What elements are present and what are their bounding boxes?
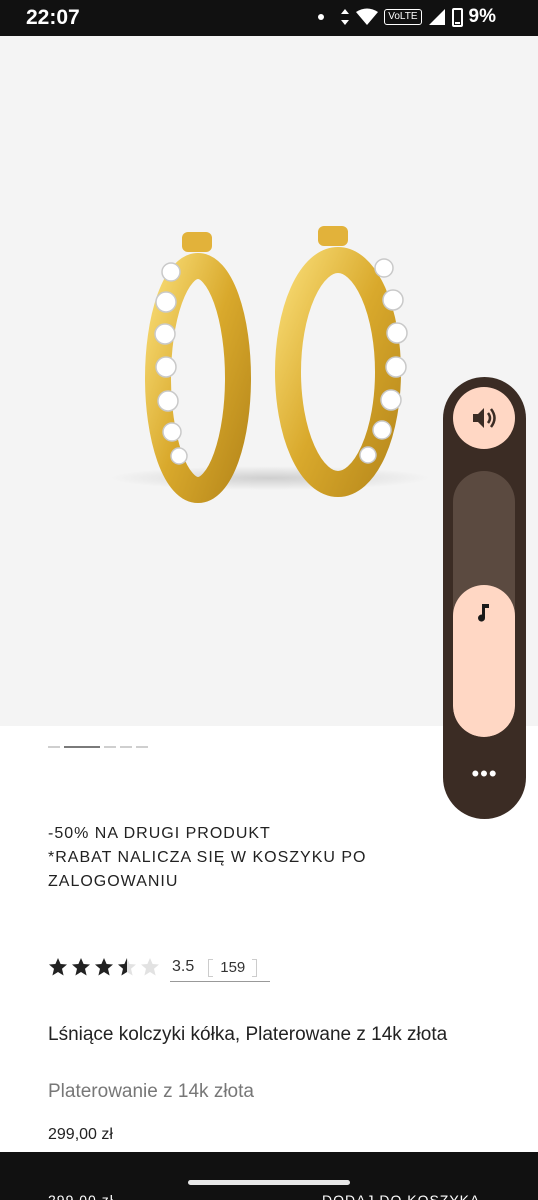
music-note-icon	[478, 604, 489, 622]
carousel-indicator[interactable]	[48, 746, 148, 748]
notification-dot-icon	[318, 14, 325, 20]
carousel-dot[interactable]	[120, 746, 132, 748]
product-price: 299,00 zł	[48, 1126, 113, 1143]
volume-panel: •••	[443, 377, 526, 819]
add-to-cart-button[interactable]: DODAJ DO KOSZYKA	[322, 1192, 480, 1200]
promo-line-3: ZALOGOWANIU	[48, 873, 179, 890]
more-options-button[interactable]: •••	[443, 763, 526, 785]
carousel-dot[interactable]	[104, 746, 116, 748]
rating-underline	[170, 981, 270, 982]
volte-badge: VoLTE	[384, 9, 422, 25]
volume-slider[interactable]	[453, 471, 515, 737]
rating-value: 3.5	[172, 958, 195, 975]
star-half-icon	[118, 958, 136, 976]
star-full-icon	[95, 958, 113, 976]
promo-text: -50% NA DRUGI PRODUKT *RABAT NALICZA SIĘ…	[48, 822, 366, 894]
promo-line-2: *RABAT NALICZA SIĘ W KOSZYKU PO	[48, 849, 367, 866]
signal-icon	[428, 9, 445, 25]
star-empty-icon	[141, 958, 159, 976]
status-icons: VoLTE 9%	[318, 6, 496, 28]
wifi-icon	[356, 8, 379, 25]
home-indicator[interactable]	[188, 1180, 350, 1185]
speaker-icon	[473, 408, 496, 428]
product-title: Lśniące kolczyki kółka, Platerowane z 14…	[48, 1024, 448, 1045]
star-rating	[48, 957, 160, 977]
status-time: 22:07	[26, 6, 80, 29]
data-arrows-icon	[341, 9, 350, 25]
product-subtitle: Platerowanie z 14k złota	[48, 1081, 254, 1102]
carousel-dot[interactable]	[48, 746, 60, 748]
sound-mode-button[interactable]	[453, 387, 515, 449]
battery-percent: 9%	[468, 6, 496, 27]
carousel-dot-active[interactable]	[64, 746, 100, 748]
star-full-icon	[72, 958, 90, 976]
rating[interactable]: 3.5 159	[48, 957, 258, 977]
promo-line-1: -50% NA DRUGI PRODUKT	[48, 825, 271, 842]
carousel-dot[interactable]	[136, 746, 148, 748]
star-full-icon	[49, 958, 67, 976]
status-bar: 22:07 VoLTE 9%	[0, 0, 538, 36]
battery-icon	[451, 7, 463, 27]
review-count[interactable]: 159	[208, 958, 258, 977]
bottom-bar: 299,00 zł DODAJ DO KOSZYKA	[0, 1152, 538, 1200]
sticky-price: 299,00 zł	[48, 1192, 114, 1200]
